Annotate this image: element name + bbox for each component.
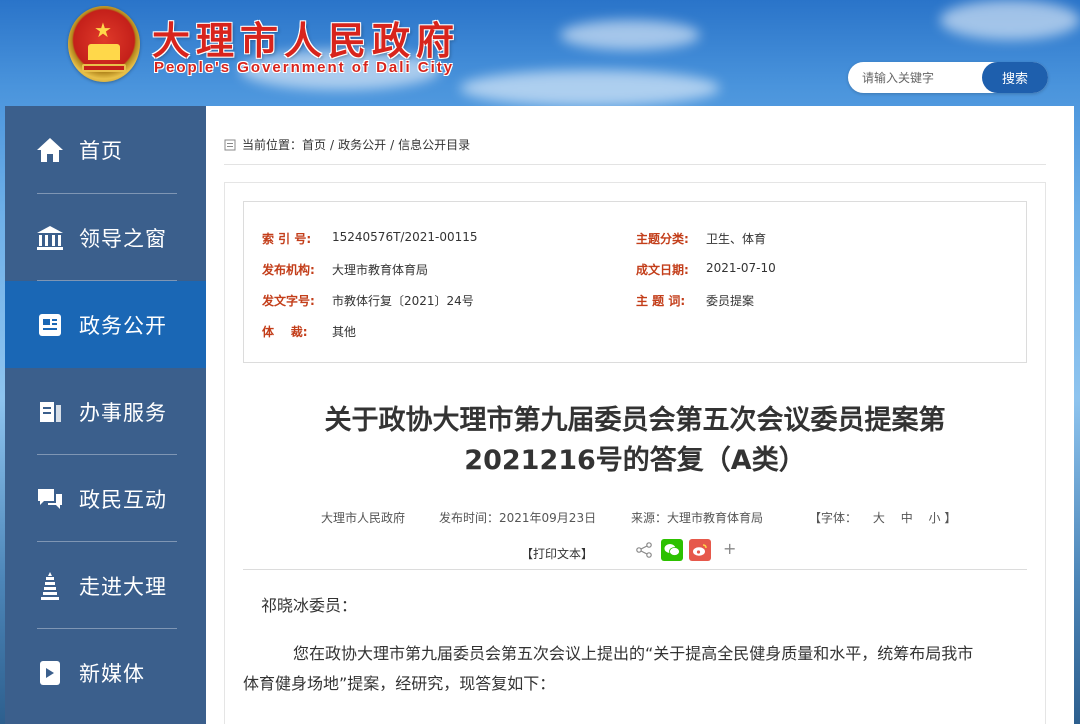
- meta-key: 主题分类:: [636, 232, 689, 246]
- article-title: 关于政协大理市第九届委员会第五次会议委员提案第 2021216号的答复（A类）: [243, 401, 1027, 481]
- meta-value: 市教体行复〔2021〕24号: [332, 294, 474, 308]
- sidebar-item-label: 领导之窗: [79, 226, 167, 251]
- main-content: 当前位置： 首页 / 政务公开 / 信息公开目录 索 引 号: 15240576…: [206, 106, 1074, 724]
- sidebar-item-leaders[interactable]: 领导之窗: [5, 194, 206, 281]
- meta-index: 索 引 号: 15240576T/2021-00115: [262, 230, 478, 247]
- breadcrumb-home[interactable]: 首页: [302, 136, 326, 153]
- sidebar-item-new-media[interactable]: 新媒体: [5, 629, 206, 716]
- sidebar-item-home[interactable]: 首页: [5, 106, 206, 193]
- cloud-decoration: [940, 0, 1080, 40]
- breadcrumb: 当前位置： 首页 / 政务公开 / 信息公开目录: [224, 136, 470, 153]
- sidebar-item-interaction[interactable]: 政民互动: [5, 455, 206, 542]
- meta-key: 成文日期:: [636, 263, 689, 277]
- home-icon: [35, 135, 65, 165]
- meta-key: 主 题 词:: [636, 294, 686, 308]
- meta-genre: 体 裁: 其他: [262, 323, 356, 340]
- breadcrumb-separator: /: [330, 137, 335, 152]
- sidebar-item-label: 政务公开: [79, 313, 167, 338]
- service-icon: [35, 397, 65, 427]
- sidebar-item-label: 首页: [79, 138, 123, 163]
- article-publish-time: 发布时间：2021年09月23日: [439, 511, 597, 525]
- sidebar-item-services[interactable]: 办事服务: [5, 368, 206, 455]
- document-icon: [35, 310, 65, 340]
- sidebar-item-label: 政民互动: [79, 487, 167, 512]
- meta-key: 体 裁:: [262, 325, 308, 339]
- site-subtitle: People's Government of Dali City: [154, 59, 455, 76]
- sidebar-item-gov-affairs[interactable]: 政务公开: [5, 281, 206, 368]
- font-large-button[interactable]: 大: [873, 511, 885, 525]
- share-icon[interactable]: [633, 539, 655, 561]
- meta-topic: 主题分类: 卫生、体育: [636, 230, 766, 247]
- chat-icon: [35, 484, 65, 514]
- meta-org: 发布机构: 大理市教育体育局: [262, 261, 428, 278]
- pagoda-icon: [35, 571, 65, 601]
- article-title-line: 2021216号的答复（A类）: [464, 445, 806, 476]
- article-frame: 索 引 号: 15240576T/2021-00115 主题分类: 卫生、体育 …: [224, 182, 1046, 724]
- meta-subject: 主 题 词: 委员提案: [636, 292, 754, 309]
- divider: [243, 569, 1027, 570]
- wechat-icon[interactable]: [661, 539, 683, 561]
- breadcrumb-prefix: 当前位置：: [242, 138, 303, 152]
- meta-value: 卫生、体育: [706, 232, 767, 246]
- article-publisher: 大理市人民政府: [321, 511, 406, 525]
- sidebar-item-label: 走进大理: [79, 574, 167, 599]
- more-share-button[interactable]: +: [723, 539, 736, 558]
- cloud-decoration: [560, 20, 700, 50]
- search-box: 搜索: [848, 62, 1048, 93]
- font-size-switcher: 【字体： 大 中 小 】: [809, 509, 956, 526]
- sidebar-item-dali[interactable]: 走进大理: [5, 542, 206, 629]
- meta-date: 成文日期: 2021-07-10: [636, 261, 776, 278]
- star-icon: ★: [94, 18, 112, 42]
- site-title[interactable]: 大理市人民政府: [152, 10, 460, 65]
- font-size-label: 【字体：: [809, 511, 858, 525]
- meta-key: 索 引 号:: [262, 232, 312, 246]
- location-icon: [224, 139, 236, 150]
- divider: [224, 164, 1046, 165]
- breadcrumb-gov-affairs[interactable]: 政务公开: [338, 136, 386, 153]
- document-meta-box: 索 引 号: 15240576T/2021-00115 主题分类: 卫生、体育 …: [243, 201, 1027, 363]
- meta-docno: 发文字号: 市教体行复〔2021〕24号: [262, 292, 474, 309]
- cloud-decoration: [460, 70, 720, 106]
- breadcrumb-separator: /: [390, 137, 395, 152]
- font-small-button[interactable]: 小 】: [929, 511, 957, 525]
- meta-key: 发布机构:: [262, 263, 315, 277]
- article-title-line: 关于政协大理市第九届委员会第五次会议委员提案第: [324, 405, 946, 436]
- meta-value: 其他: [332, 325, 357, 339]
- meta-value: 15240576T/2021-00115: [332, 230, 478, 244]
- search-input[interactable]: [862, 62, 982, 93]
- meta-value: 2021-07-10: [706, 261, 776, 275]
- bank-icon: [35, 223, 65, 253]
- national-emblem-logo[interactable]: ★: [68, 6, 140, 82]
- sidebar-nav: 首页 领导之窗 政务公开 办事服务 政民互动 走进大理 新媒体: [5, 106, 206, 724]
- sidebar-item-label: 新媒体: [79, 661, 145, 686]
- article-greeting: 祁晓冰委员：: [261, 596, 358, 615]
- media-icon: [35, 658, 65, 688]
- article-paragraph: 体育健身场地”提案，经研究，现答复如下：: [243, 674, 556, 693]
- sidebar-item-label: 办事服务: [79, 400, 167, 425]
- meta-key: 发文字号:: [262, 294, 315, 308]
- font-medium-button[interactable]: 中: [901, 511, 913, 525]
- search-button[interactable]: 搜索: [982, 62, 1048, 93]
- article-source: 来源：大理市教育体育局: [631, 511, 764, 525]
- weibo-icon[interactable]: [689, 539, 711, 561]
- meta-value: 委员提案: [706, 294, 755, 308]
- meta-value: 大理市教育体育局: [332, 263, 429, 277]
- article-paragraph: 您在政协大理市第九届委员会第五次会议上提出的“关于提高全民健身质量和水平，统筹布…: [293, 644, 974, 663]
- breadcrumb-catalog[interactable]: 信息公开目录: [398, 136, 470, 153]
- site-header: ★ 大理市人民政府 People's Government of Dali Ci…: [0, 0, 1080, 106]
- print-button[interactable]: 【打印文本】: [521, 545, 593, 562]
